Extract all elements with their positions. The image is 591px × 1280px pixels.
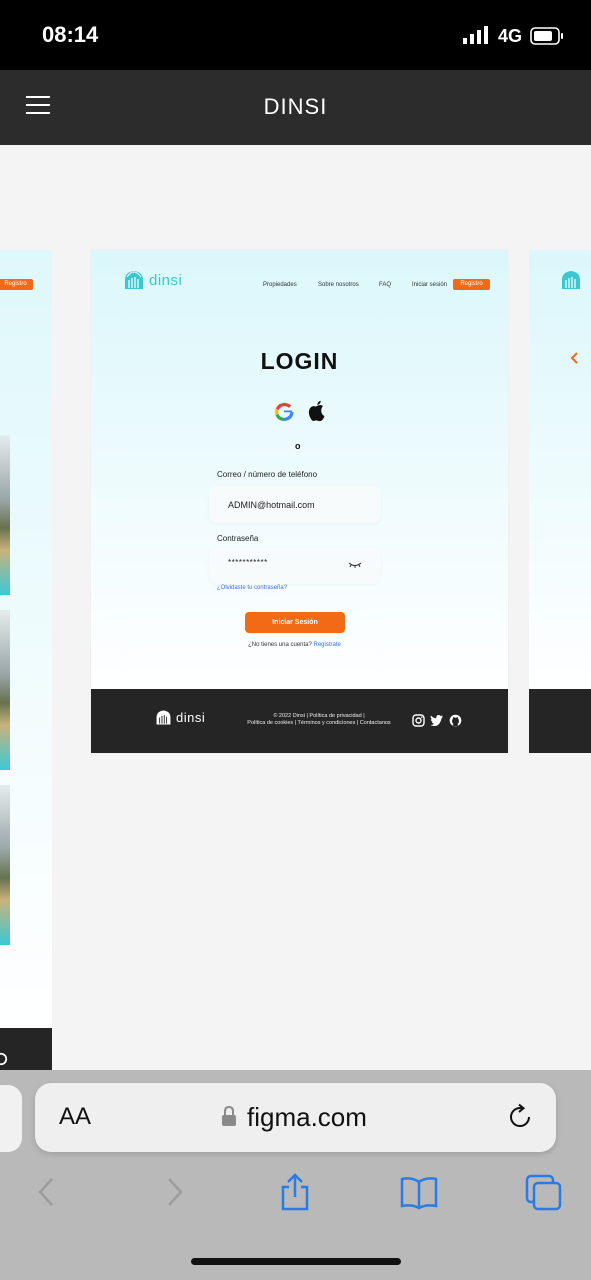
bookmarks-icon[interactable] [399,1172,439,1212]
apple-icon[interactable] [308,400,326,422]
password-label: Contraseña [217,534,259,543]
google-icon[interactable] [274,402,294,422]
logo-mark-icon [156,710,171,725]
dinsi-logo[interactable]: dinsi [123,269,182,291]
register-prompt: ¿No tienes una cuenta? Registrate [91,642,498,648]
chevron-left-icon[interactable] [569,352,579,364]
no-account-text: ¿No tienes una cuenta? [248,642,312,648]
footer-logo-text: dinsi [176,710,206,725]
home-indicator[interactable] [191,1258,401,1265]
github-icon [0,1052,8,1066]
url-domain: figma.com [247,1102,367,1132]
property-image [0,435,10,595]
instagram-icon[interactable] [412,714,425,727]
figma-header: DINSI [0,70,591,145]
github-icon[interactable] [449,714,462,727]
property-image [0,785,10,945]
forward-icon[interactable] [154,1172,194,1212]
browser-toolbar: AA figma.com [0,1070,591,1280]
back-icon[interactable] [28,1172,68,1212]
nav-link-properties[interactable]: Propiedades [263,282,297,288]
frame-footer [0,1028,52,1070]
divider-mark: o [295,441,301,451]
eye-closed-icon[interactable] [348,561,362,568]
frame-background [529,250,591,690]
nav-link-login[interactable]: Iniciar sesión [412,282,447,288]
email-value: ADMIN@hotmail.com [228,500,315,510]
email-label: Correo / número de teléfono [217,470,318,479]
frame-footer: dinsi © 2022 Dinsi | Política de privaci… [91,689,508,753]
lock-icon [222,1105,236,1126]
address-bar[interactable]: AA figma.com [35,1083,556,1152]
password-field[interactable]: *********** [209,547,381,584]
frame-next[interactable] [529,250,591,753]
network-type: 4G [498,26,523,46]
battery-icon [530,27,563,45]
logo-mark-icon [125,271,143,289]
status-bar: 08:14 4G [0,0,591,70]
login-frame[interactable]: dinsi Propiedades Sobre nosotros FAQ Ini… [91,250,508,753]
tabs-icon[interactable] [523,1172,563,1212]
nav-link-faq[interactable]: FAQ [379,282,391,288]
prototype-canvas[interactable]: Registro dinsi Propiedades Sobre nosotro… [0,145,591,1070]
share-icon[interactable] [275,1172,315,1212]
footer-line-1[interactable]: © 2022 Dinsi | Política de privacidad | [239,713,399,720]
frame-footer [529,689,591,753]
register-link[interactable]: Registrate [314,642,341,648]
footer-logo[interactable]: dinsi [155,709,205,726]
register-nav-button[interactable]: Registro [0,279,33,290]
previous-tab-preview[interactable] [0,1085,22,1152]
signal-icon [463,26,488,44]
nav-link-about[interactable]: Sobre nosotros [318,282,359,288]
property-image [0,610,10,770]
login-button[interactable]: Iniciar Sesión [245,612,345,633]
logo-text: dinsi [149,271,183,289]
twitter-icon[interactable] [430,715,443,726]
password-value: *********** [228,558,268,567]
email-field[interactable]: ADMIN@hotmail.com [209,486,381,523]
text-size-button[interactable]: AA [59,1103,91,1131]
file-title: DINSI [263,94,328,119]
forgot-password-link[interactable]: ¿Olvidaste tu contraseña? [217,585,287,591]
nav-register-button[interactable]: Registro [453,279,490,290]
logo-mark-icon [562,271,580,289]
frame-previous[interactable]: Registro [0,250,52,1070]
footer-legal: © 2022 Dinsi | Política de privacidad | … [239,713,399,727]
footer-line-2[interactable]: Política de cookies | Términos y condici… [239,720,399,727]
reload-icon[interactable] [507,1103,535,1131]
status-time: 08:14 [42,22,99,47]
page-title: LOGIN [260,348,339,374]
